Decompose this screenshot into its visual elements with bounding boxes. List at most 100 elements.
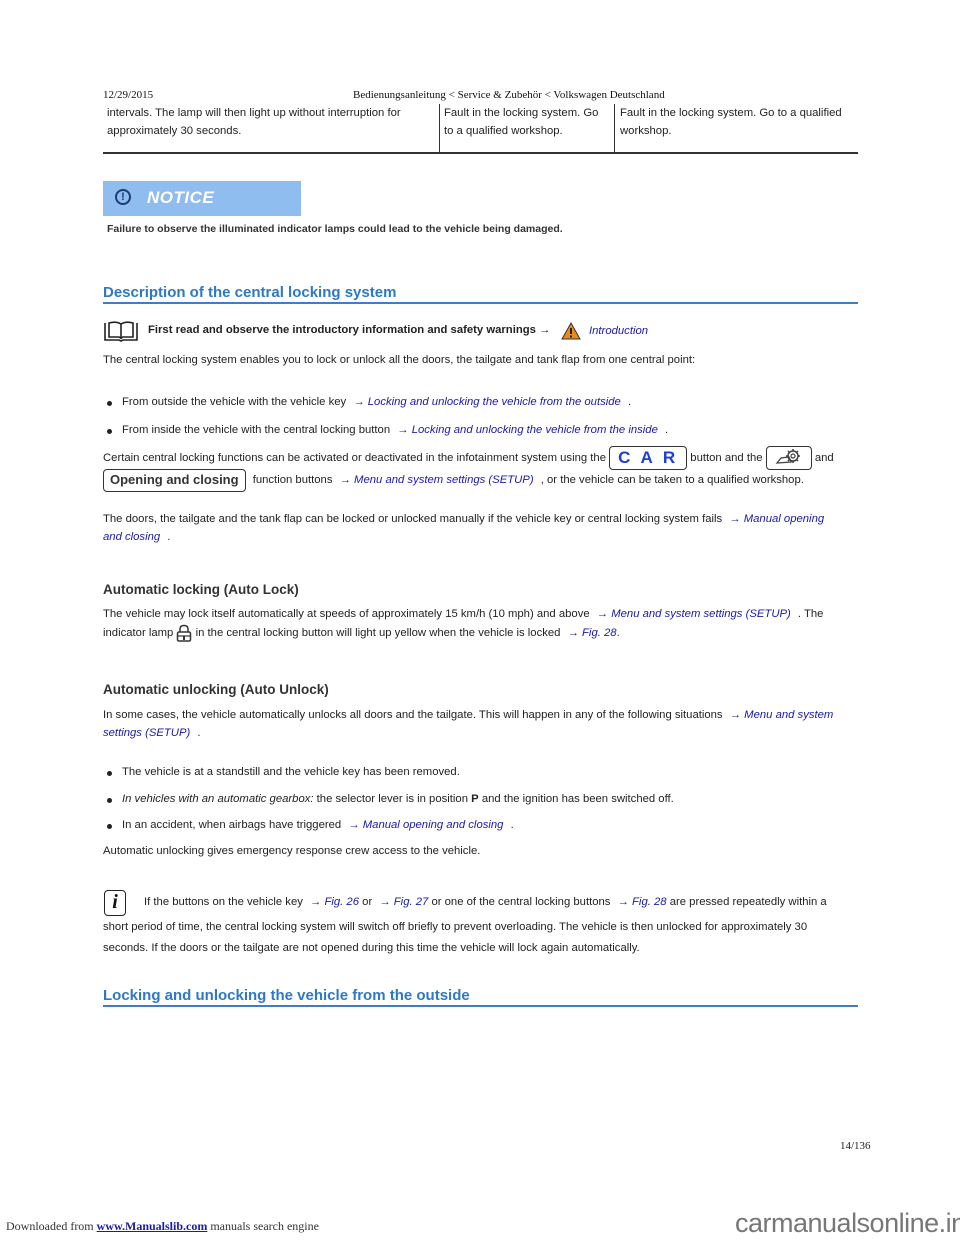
list-item: The vehicle is at a standstill and the v… [122, 766, 460, 778]
text: . The [797, 608, 824, 620]
arrow: → [539, 324, 551, 336]
link-fig-28[interactable]: → Fig. 28 [618, 896, 667, 908]
link-manual-opening-cont[interactable]: and closing [103, 531, 160, 543]
table-cell-description: intervals. The lamp will then light up w… [107, 104, 437, 150]
text: Certain central locking functions can be… [103, 451, 606, 464]
link-menu-setup[interactable]: → Menu and system settings (SETUP) [340, 474, 534, 486]
punct: . [510, 819, 514, 831]
list-item-text: From outside the vehicle with the vehicl… [122, 396, 347, 408]
read-first-text: First read and observe the introductory … [148, 324, 550, 336]
text: In an accident, when airbags have trigge… [122, 819, 342, 831]
warning-triangle-icon [561, 321, 581, 340]
link-menu-setup-cont[interactable]: settings (SETUP) [103, 727, 190, 739]
cell-line: to a qualified workshop. [444, 125, 563, 137]
notice-banner: ! NOTICE [103, 181, 301, 216]
text: and the ignition has been switched off. [478, 793, 674, 805]
link-fig-26[interactable]: → Fig. 26 [310, 896, 359, 908]
auto-unlock-line2: settings (SETUP) . [103, 724, 201, 742]
text: indicator lamp [103, 627, 174, 639]
table-cell-fault-2: Fault in the locking system. Go to a qua… [620, 104, 855, 150]
bullet-dot [107, 401, 112, 406]
heading-rule [103, 1005, 858, 1007]
subheading-auto-unlock: Automatic unlocking (Auto Unlock) [103, 682, 329, 697]
cell-line: Fault in the locking system. Go [444, 107, 599, 119]
link-fig-27[interactable]: → Fig. 27 [379, 896, 428, 908]
punct: . [167, 531, 171, 543]
cell-line: workshop. [620, 125, 672, 137]
text: the selector lever is in position [313, 793, 472, 805]
text: If the buttons on the vehicle key [144, 896, 303, 908]
text: in the central locking button will light… [195, 627, 561, 639]
table-column-divider [439, 104, 440, 152]
car-button[interactable]: C A R [609, 446, 688, 470]
cell-line: Fault in the locking system. Go to a qua… [620, 107, 842, 119]
link-fig-28[interactable]: → Fig. 28 [568, 627, 617, 639]
punct: . [665, 424, 669, 436]
car-settings-gear-icon [775, 449, 800, 464]
manual-paragraph-line2: and closing . [103, 528, 170, 546]
cell-line: intervals. The lamp will then light up w… [107, 107, 401, 119]
punct: . [616, 627, 620, 639]
link-manual-opening[interactable]: → Manual opening and closing [348, 819, 503, 831]
text: function buttons [252, 474, 333, 487]
exclamation-circle-icon: ! [115, 189, 131, 205]
text: are pressed repeatedly within a [669, 896, 827, 908]
text: and [814, 451, 834, 464]
notice-title: NOTICE [147, 188, 215, 207]
subheading-auto-lock: Automatic locking (Auto Lock) [103, 582, 299, 597]
manual-paragraph-line1: The doors, the tailgate and the tank fla… [103, 510, 824, 528]
list-item: From outside the vehicle with the vehicl… [122, 393, 631, 411]
link-menu-setup[interactable]: → Menu and system settings (SETUP) [597, 608, 791, 620]
auto-lock-line1: The vehicle may lock itself automaticall… [103, 605, 823, 623]
link-introduction[interactable]: Introduction [589, 322, 648, 340]
bullet-dot [107, 429, 112, 434]
text: button and the [690, 451, 763, 464]
text: or [362, 896, 373, 908]
info-note-line2: short period of time, the central lockin… [103, 921, 808, 933]
table-cell-fault: Fault in the locking system. Go to a qua… [444, 104, 614, 150]
section-heading-description: Description of the central locking syste… [103, 284, 397, 301]
text: The doors, the tailgate and the tank fla… [103, 513, 723, 525]
link-manual-opening[interactable]: → Manual opening [729, 513, 824, 525]
text: In some cases, the vehicle automatically… [103, 709, 723, 721]
position-p: P [471, 793, 479, 805]
list-item-text: From inside the vehicle with the central… [122, 424, 391, 436]
auto-unlock-line1: In some cases, the vehicle automatically… [103, 706, 833, 724]
punct: . [197, 727, 201, 739]
list-item: In an accident, when airbags have trigge… [122, 816, 514, 834]
list-item: In vehicles with an automatic gearbox: t… [122, 790, 674, 808]
print-date: 12/29/2015 [103, 89, 154, 101]
bullet-dot [107, 798, 112, 803]
italic-text: In vehicles with an automatic gearbox: [122, 793, 314, 805]
text: manuals search engine [210, 1219, 319, 1233]
auto-unlock-closing: Automatic unlocking gives emergency resp… [103, 845, 481, 857]
intro-paragraph: The central locking system enables you t… [103, 354, 696, 366]
info-note-line3: seconds. If the doors or the tailgate ar… [103, 942, 640, 954]
bullet-dot [107, 824, 112, 829]
brand-watermark: carmanualsonline.info [735, 1208, 960, 1238]
link-locking-inside[interactable]: → Locking and unlocking the vehicle from… [397, 424, 658, 436]
text: or one of the central locking buttons [431, 896, 611, 908]
indicator-table-tail: intervals. The lamp will then light up w… [103, 104, 858, 154]
list-item: From inside the vehicle with the central… [122, 421, 668, 439]
download-footer: Downloaded from www.Manualslib.com manua… [6, 1219, 319, 1234]
link-locking-outside[interactable]: → Locking and unlocking the vehicle from… [353, 396, 621, 408]
info-note-line1: If the buttons on the vehicle key → Fig.… [144, 893, 827, 911]
notice-text: Failure to observe the illuminated indic… [107, 223, 563, 235]
link-menu-setup[interactable]: → Menu and system [730, 709, 834, 721]
manualslib-link[interactable]: www.Manualslib.com [97, 1219, 208, 1233]
cell-line: approximately 30 seconds. [107, 125, 242, 137]
table-column-divider [614, 104, 615, 152]
auto-lock-line2: indicator lamp in the central locking bu… [103, 624, 620, 642]
text: Downloaded from [6, 1219, 94, 1233]
setup-button[interactable] [765, 446, 812, 470]
infotainment-paragraph-line2: Opening and closing function buttons → M… [103, 469, 804, 492]
section-heading-locking-outside: Locking and unlocking the vehicle from t… [103, 987, 470, 1004]
info-icon: i [104, 890, 126, 916]
opening-closing-button[interactable]: Opening and closing [103, 469, 246, 492]
infotainment-paragraph-line1: Certain central locking functions can be… [103, 446, 834, 470]
text: , or the vehicle can be taken to a quali… [540, 474, 804, 487]
print-title: Bedienungsanleitung < Service & Zubehör … [353, 89, 665, 101]
read-first-label: First read and observe the introductory … [148, 324, 536, 336]
page-number: 14/136 [840, 1140, 871, 1152]
